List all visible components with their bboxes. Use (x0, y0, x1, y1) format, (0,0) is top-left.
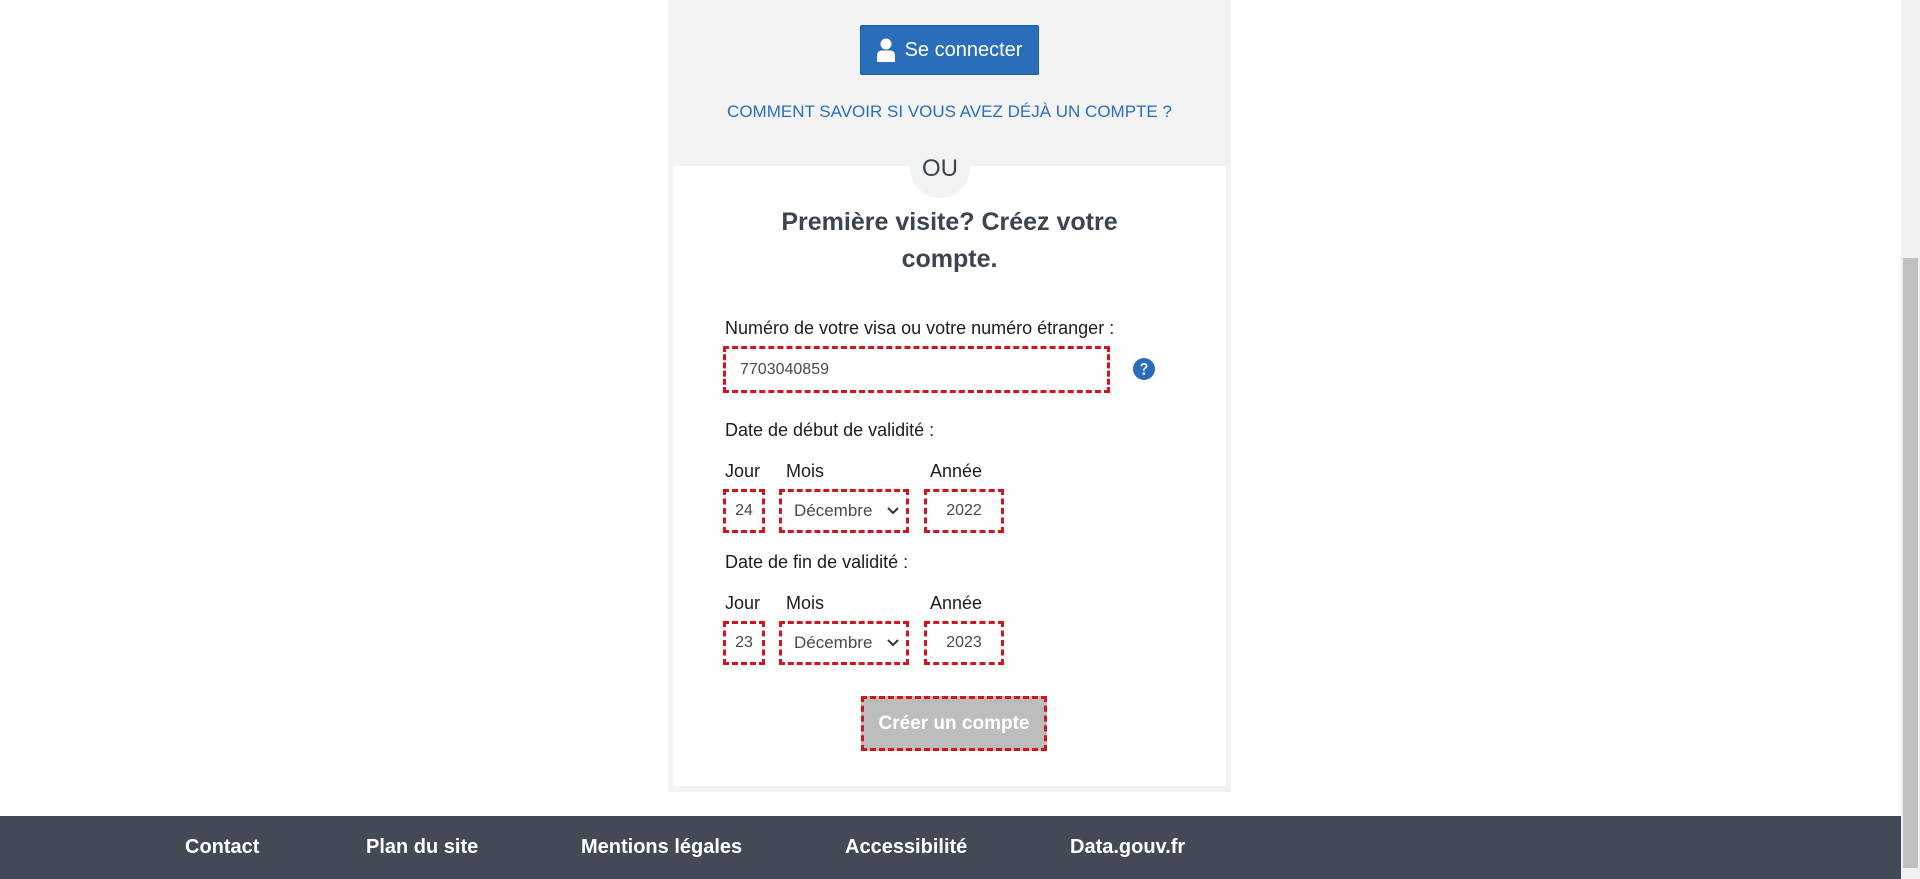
visa-number-label: Numéro de votre visa ou votre numéro étr… (725, 318, 1115, 338)
footer: Contact Plan du site Mentions légales Ac… (0, 816, 1901, 879)
login-button-label: Se connecter (904, 38, 1023, 61)
create-account-button[interactable]: Créer un compte (861, 696, 1047, 751)
footer-link-contact[interactable]: Contact (185, 836, 259, 859)
end-year-label: Année (930, 593, 983, 613)
user-icon (876, 38, 895, 62)
footer-link-sitemap[interactable]: Plan du site (366, 836, 478, 859)
end-month-value: Décembre (794, 633, 873, 652)
register-title: Première visite? Créez votre compte. (781, 208, 1118, 273)
start-month-label: Mois (786, 461, 825, 481)
end-date-label: Date de fin de validité : (725, 552, 909, 572)
start-month-value: Décembre (794, 501, 873, 520)
chevron-down-icon (887, 639, 899, 647)
start-date-label: Date de début de validité : (725, 420, 935, 440)
footer-link-accessibility[interactable]: Accessibilité (845, 836, 967, 859)
login-button[interactable]: Se connecter (860, 25, 1039, 75)
page: Se connecter COMMENT SAVOIR SI VOUS AVEZ… (0, 0, 1920, 879)
chevron-down-icon (887, 507, 899, 515)
end-month-select[interactable]: Décembre (779, 621, 909, 665)
footer-link-legal[interactable]: Mentions légales (581, 836, 742, 859)
or-separator: OU (910, 138, 970, 198)
start-day-label: Jour (725, 461, 761, 481)
question-circle-icon[interactable] (1133, 358, 1155, 380)
start-year-label: Année (930, 461, 983, 481)
start-month-select[interactable]: Décembre (779, 489, 909, 533)
account-help-link[interactable]: COMMENT SAVOIR SI VOUS AVEZ DÉJÀ UN COMP… (668, 102, 1231, 122)
register-card: OU Première visite? Créez votre compte. … (673, 138, 1226, 786)
visa-number-input[interactable] (723, 346, 1110, 393)
scrollbar-thumb[interactable] (1903, 258, 1918, 868)
end-month-label: Mois (786, 593, 825, 613)
start-year-input[interactable] (924, 489, 1004, 533)
start-day-input[interactable] (723, 489, 765, 533)
end-year-input[interactable] (924, 621, 1004, 665)
end-day-label: Jour (725, 593, 761, 613)
footer-link-data-gouv[interactable]: Data.gouv.fr (1070, 836, 1185, 859)
auth-panel: Se connecter COMMENT SAVOIR SI VOUS AVEZ… (668, 0, 1231, 792)
end-day-input[interactable] (723, 621, 765, 665)
